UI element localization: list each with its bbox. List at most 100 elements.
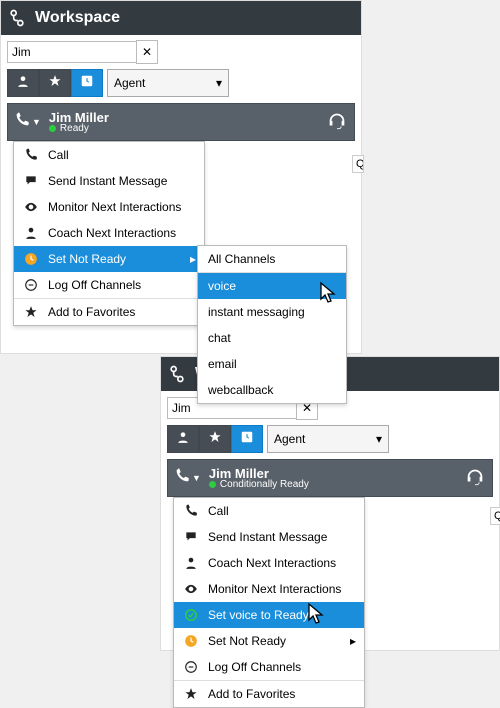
chevron-down-icon: ▼ xyxy=(32,117,41,127)
clock-icon xyxy=(182,634,200,648)
filter-favorites-button[interactable] xyxy=(39,69,71,97)
title-bar: Workspace xyxy=(1,1,361,35)
status-ready-icon xyxy=(209,481,216,488)
star-icon xyxy=(22,305,40,319)
submenu-im[interactable]: instant messaging xyxy=(198,299,346,325)
menu-logoff-label: Log Off Channels xyxy=(208,660,301,674)
filter-people-button[interactable] xyxy=(7,69,39,97)
menu-set-not-ready-label: Set Not Ready xyxy=(208,634,286,648)
menu-send-im-label: Send Instant Message xyxy=(208,530,327,544)
menu-set-voice-ready-label: Set voice to Ready xyxy=(208,608,309,622)
workspace-logo-icon xyxy=(167,364,187,384)
menu-logoff-label: Log Off Channels xyxy=(48,278,141,292)
agent-action-menu: Call Send Instant Message Monitor Next I… xyxy=(13,141,205,326)
menu-monitor-label: Monitor Next Interactions xyxy=(208,582,341,596)
filter-toolbar: Agent ▾ xyxy=(1,65,361,103)
side-panel-fragment: Q xyxy=(352,155,364,173)
headset-icon xyxy=(326,109,348,136)
agent-header[interactable]: ▼ Jim Miller Ready xyxy=(7,103,355,141)
logoff-icon xyxy=(182,660,200,674)
submenu-email[interactable]: email xyxy=(198,351,346,377)
window-title: Workspace xyxy=(35,9,120,27)
headset-icon xyxy=(464,465,486,492)
role-select-label: Agent xyxy=(114,76,145,90)
agent-header[interactable]: ▼ Jim Miller Conditionally Ready xyxy=(167,459,493,497)
phone-icon xyxy=(174,468,190,489)
star-icon xyxy=(208,430,222,449)
agent-status-label: Conditionally Ready xyxy=(220,480,309,490)
role-select[interactable]: Agent ▾ xyxy=(107,69,229,97)
menu-set-voice-ready[interactable]: Set voice to Ready xyxy=(174,602,364,628)
filter-recent-button[interactable] xyxy=(71,69,103,97)
agent-status-label: Ready xyxy=(60,124,89,134)
menu-send-im[interactable]: Send Instant Message xyxy=(14,168,204,194)
menu-set-not-ready[interactable]: Set Not Ready ▸ xyxy=(174,628,364,654)
menu-coach[interactable]: Coach Next Interactions xyxy=(174,550,364,576)
submenu-webcallback-label: webcallback xyxy=(208,383,273,397)
menu-call[interactable]: Call xyxy=(14,142,204,168)
filter-recent-button[interactable] xyxy=(231,425,263,453)
menu-send-im-label: Send Instant Message xyxy=(48,174,167,188)
close-icon: ✕ xyxy=(142,45,152,59)
menu-call[interactable]: Call xyxy=(174,498,364,524)
menu-monitor[interactable]: Monitor Next Interactions xyxy=(174,576,364,602)
check-circle-icon xyxy=(182,608,200,622)
submenu-voice[interactable]: voice xyxy=(198,273,346,299)
eye-icon xyxy=(182,582,200,596)
menu-add-favorite-label: Add to Favorites xyxy=(208,687,295,701)
menu-add-favorite[interactable]: Add to Favorites xyxy=(174,681,364,707)
screenshot-1: Workspace ✕ Agent ▾ xyxy=(0,0,362,354)
submenu-chat-label: chat xyxy=(208,331,231,345)
menu-call-label: Call xyxy=(48,148,69,162)
menu-coach-label: Coach Next Interactions xyxy=(48,226,176,240)
menu-add-favorite[interactable]: Add to Favorites xyxy=(14,299,204,325)
submenu-webcallback[interactable]: webcallback xyxy=(198,377,346,403)
menu-set-not-ready[interactable]: Set Not Ready ▸ xyxy=(14,246,204,272)
menu-coach[interactable]: Coach Next Interactions xyxy=(14,220,204,246)
chat-bubble-icon xyxy=(22,174,40,188)
menu-send-im[interactable]: Send Instant Message xyxy=(174,524,364,550)
menu-coach-label: Coach Next Interactions xyxy=(208,556,336,570)
set-not-ready-submenu: All Channels voice instant messaging cha… xyxy=(197,245,347,404)
agent-status: Conditionally Ready xyxy=(209,480,309,490)
filter-favorites-button[interactable] xyxy=(199,425,231,453)
menu-monitor-label: Monitor Next Interactions xyxy=(48,200,181,214)
logoff-icon xyxy=(22,278,40,292)
search-row: ✕ xyxy=(1,35,361,65)
menu-call-label: Call xyxy=(208,504,229,518)
status-ready-icon xyxy=(49,125,56,132)
person-icon xyxy=(16,74,30,93)
search-input[interactable] xyxy=(7,41,136,63)
chevron-down-icon: ▼ xyxy=(192,473,201,483)
clock-icon xyxy=(22,252,40,266)
menu-set-not-ready-label: Set Not Ready xyxy=(48,252,126,266)
filter-people-button[interactable] xyxy=(167,425,199,453)
star-icon xyxy=(182,687,200,701)
workspace-logo-icon xyxy=(7,8,27,28)
phone-icon xyxy=(14,112,30,133)
chevron-down-icon: ▾ xyxy=(376,432,382,446)
chevron-right-icon: ▸ xyxy=(350,634,356,648)
agent-status: Ready xyxy=(49,124,109,134)
phone-icon xyxy=(22,148,40,162)
role-select-label: Agent xyxy=(274,432,305,446)
search-clear-button[interactable]: ✕ xyxy=(136,40,158,64)
submenu-email-label: email xyxy=(208,357,237,371)
menu-logoff[interactable]: Log Off Channels xyxy=(14,272,204,298)
star-icon xyxy=(48,74,62,93)
submenu-all-channels[interactable]: All Channels xyxy=(198,246,346,272)
phone-icon xyxy=(182,504,200,518)
submenu-chat[interactable]: chat xyxy=(198,325,346,351)
submenu-im-label: instant messaging xyxy=(208,305,305,319)
clock-icon xyxy=(80,74,94,93)
filter-toolbar: Agent ▾ xyxy=(161,421,499,459)
eye-icon xyxy=(22,200,40,214)
menu-add-favorite-label: Add to Favorites xyxy=(48,305,135,319)
chevron-down-icon: ▾ xyxy=(216,76,222,90)
role-select[interactable]: Agent ▾ xyxy=(267,425,389,453)
agent-name: Jim Miller xyxy=(49,111,109,124)
side-panel-label: Q xyxy=(356,158,364,170)
agent-action-menu: Call Send Instant Message Coach Next Int… xyxy=(173,497,365,708)
menu-logoff[interactable]: Log Off Channels xyxy=(174,654,364,680)
menu-monitor[interactable]: Monitor Next Interactions xyxy=(14,194,204,220)
